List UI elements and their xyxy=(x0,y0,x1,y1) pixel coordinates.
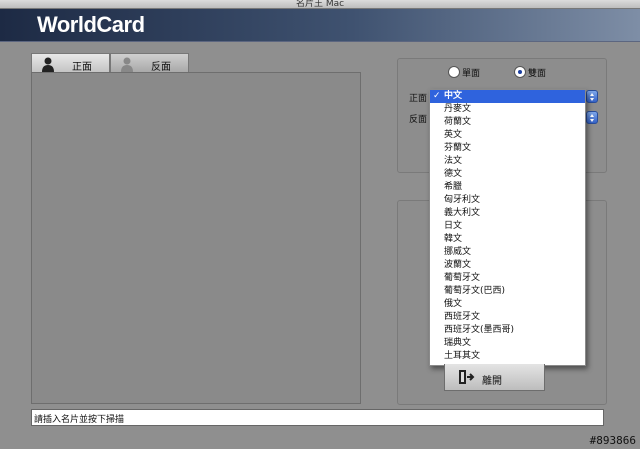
language-option[interactable]: 挪威文 xyxy=(430,246,585,259)
language-option[interactable]: 德文 xyxy=(430,168,585,181)
exit-button-label: 離開 xyxy=(482,376,502,387)
language-option[interactable]: 葡萄牙文 xyxy=(430,272,585,285)
language-option[interactable]: 西班牙文 xyxy=(430,311,585,324)
language-option[interactable]: 瑞典文 xyxy=(430,337,585,350)
app-header: WorldCard xyxy=(0,9,640,42)
radio-double-label: 雙面 xyxy=(528,69,547,79)
front-language-select-arrows[interactable] xyxy=(586,90,598,103)
back-language-select-arrows[interactable] xyxy=(586,111,598,124)
card-preview-area xyxy=(31,72,361,404)
person-light-icon xyxy=(121,57,133,72)
exit-door-icon xyxy=(459,370,475,384)
language-option[interactable]: 日文 xyxy=(430,220,585,233)
language-dropdown-menu[interactable]: ✓ 中文 丹麥文 荷蘭文 英文 芬蘭文 法文 德文 希臘 匈牙利文 義大利文 日… xyxy=(429,89,586,366)
language-option[interactable]: 俄文 xyxy=(430,298,585,311)
tab-front[interactable]: 正面 xyxy=(31,53,110,73)
language-option[interactable]: 希臘 xyxy=(430,181,585,194)
status-text: 請插入名片並按下掃描 xyxy=(34,415,125,425)
language-option[interactable]: 義大利文 xyxy=(430,207,585,220)
language-option[interactable]: ✓ 中文 xyxy=(430,90,585,103)
radio-double-dot[interactable] xyxy=(514,66,526,78)
radio-single-label: 單面 xyxy=(462,69,481,79)
radio-single-dot[interactable] xyxy=(448,66,460,78)
language-option[interactable]: 丹麥文 xyxy=(430,103,585,116)
window-title: 名片王 Mac xyxy=(295,0,345,9)
language-option[interactable]: 葡萄牙文(巴西) xyxy=(430,285,585,298)
language-option[interactable]: 土耳其文 xyxy=(430,350,585,363)
person-dark-icon xyxy=(42,57,54,72)
language-option[interactable]: 荷蘭文 xyxy=(430,116,585,129)
back-language-label: 反面 xyxy=(409,115,428,125)
language-option[interactable]: 韓文 xyxy=(430,233,585,246)
window-titlebar: 名片王 Mac xyxy=(0,0,640,9)
exit-button[interactable]: 離開 xyxy=(444,364,545,391)
status-bar: 請插入名片並按下掃描 xyxy=(31,409,604,426)
language-option[interactable]: 匈牙利文 xyxy=(430,194,585,207)
language-option[interactable]: 芬蘭文 xyxy=(430,142,585,155)
tab-back[interactable]: 反面 xyxy=(110,53,189,73)
language-option[interactable]: 波蘭文 xyxy=(430,259,585,272)
language-option[interactable]: 法文 xyxy=(430,155,585,168)
language-option[interactable]: 西班牙文(墨西哥) xyxy=(430,324,585,337)
front-language-label: 正面 xyxy=(409,94,428,104)
tab-back-label: 反面 xyxy=(151,62,171,73)
watermark-id: #893866 xyxy=(589,434,636,447)
checkmark-icon: ✓ xyxy=(433,91,441,101)
tab-front-label: 正面 xyxy=(72,62,92,73)
brand-logo: WorldCard xyxy=(37,12,145,37)
language-option[interactable]: 英文 xyxy=(430,129,585,142)
